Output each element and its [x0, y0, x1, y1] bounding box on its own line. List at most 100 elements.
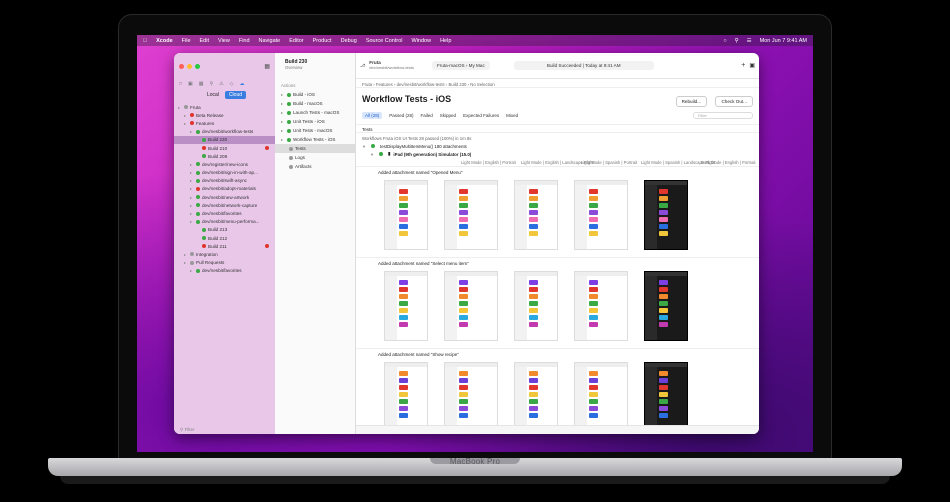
tree-item[interactable]: ▸ dev/nesbit/favorites: [174, 267, 275, 275]
scheme-selector[interactable]: Fruta-macOS › My Mac: [431, 61, 490, 70]
action-item[interactable]: ▸ Build - macOS: [275, 99, 355, 108]
workflow-sub-item[interactable]: Logs: [275, 153, 355, 162]
workflow-sub-item[interactable]: Tests: [275, 144, 355, 153]
zoom-button[interactable]: [195, 63, 200, 69]
breadcrumb-item[interactable]: Features: [376, 82, 393, 87]
action-item[interactable]: ▸ Workflow Tests - iOS: [275, 135, 355, 144]
action-item[interactable]: ▸ Build - iOS: [275, 90, 355, 99]
segment-cloud[interactable]: Cloud: [224, 91, 247, 99]
wifi-icon[interactable]: ○: [723, 38, 726, 44]
clock[interactable]: Mon Jun 7 9:41 AM: [760, 38, 807, 44]
screenshot-thumbnail[interactable]: [644, 362, 688, 432]
menu-item[interactable]: Editor: [289, 38, 303, 44]
tree-item[interactable]: ▸ dev/nesbit/network-capture: [174, 201, 275, 209]
menu-item[interactable]: Edit: [200, 38, 209, 44]
app-menu[interactable]: Xcode: [156, 38, 173, 44]
screenshot-thumbnail[interactable]: [384, 180, 428, 250]
apple-icon[interactable]: : [143, 38, 147, 44]
screenshot-thumbnail[interactable]: [514, 362, 558, 432]
screenshot-thumbnail[interactable]: [444, 180, 498, 250]
tree-item[interactable]: ▸ dev/nesbit/adopt-materials: [174, 185, 275, 193]
tree-item[interactable]: Build 230: [174, 135, 275, 144]
tree-item[interactable]: ▸ dev/nesbit/new-artwork: [174, 193, 275, 201]
screenshot-thumbnail[interactable]: [444, 271, 498, 341]
disclosure-icon[interactable]: ▼: [362, 144, 368, 149]
menu-item[interactable]: Navigate: [259, 38, 281, 44]
menu-item[interactable]: View: [218, 38, 230, 44]
tree-item[interactable]: Build 213: [174, 226, 275, 234]
sidebar-filter[interactable]: ⚲ Filter: [174, 425, 275, 434]
test-icon[interactable]: ◇: [230, 81, 234, 87]
sidebar-toggle-icon[interactable]: ▦: [264, 63, 270, 70]
filter-tab[interactable]: Failed: [421, 113, 433, 118]
add-icon[interactable]: +: [741, 62, 745, 69]
issue-icon[interactable]: ⚠: [219, 81, 223, 87]
breadcrumb-item[interactable]: Fruta: [362, 82, 372, 87]
breadcrumb-item[interactable]: No Selection: [470, 82, 494, 87]
filter-tab[interactable]: Expected Failures: [463, 113, 499, 118]
device-row[interactable]: ▼ ▮ iPad (9th generation) Simulator (15.…: [356, 150, 759, 158]
source-control-icon[interactable]: ▣: [188, 81, 193, 87]
menu-item[interactable]: Source Control: [366, 38, 403, 44]
tree-item[interactable]: ▸ Features: [174, 119, 275, 127]
tree-item[interactable]: ▸ Pull Requests: [174, 259, 275, 267]
filter-tab[interactable]: All (28): [362, 112, 383, 119]
breadcrumb-item[interactable]: Build 230: [449, 82, 467, 87]
tree-item[interactable]: Build 212: [174, 234, 275, 242]
workflow-sub-item[interactable]: Artifacts: [275, 162, 355, 171]
screenshot-thumbnail[interactable]: [574, 362, 628, 432]
screenshot-thumbnail[interactable]: [574, 180, 628, 250]
filter-field[interactable]: Filter: [693, 112, 753, 119]
jump-bar[interactable]: Fruta › Features › dev/nesbit/workflow-t…: [356, 79, 759, 88]
test-row[interactable]: ▼ testDisplayMultiItemMenu() 180 attachm…: [356, 142, 759, 150]
action-item[interactable]: ▸ Launch Tests - macOS: [275, 108, 355, 117]
tree-item[interactable]: Build 210: [174, 144, 275, 152]
screenshot-thumbnail[interactable]: [444, 362, 498, 432]
tree-item[interactable]: ▸ dev/nesbit/favorites: [174, 209, 275, 217]
tree-item[interactable]: ▸ Beta Release: [174, 111, 275, 119]
screenshot-thumbnail[interactable]: [384, 362, 428, 432]
screenshot-thumbnail[interactable]: [644, 271, 688, 341]
tree-item[interactable]: ▸ dev/register/new-icons: [174, 160, 275, 168]
screenshot-thumbnail[interactable]: [384, 271, 428, 341]
menu-item[interactable]: Debug: [341, 38, 357, 44]
tree-item[interactable]: ▸ Integration: [174, 250, 275, 258]
tests-tab[interactable]: Tests: [356, 124, 759, 133]
menu-item[interactable]: Help: [440, 38, 451, 44]
menu-item[interactable]: Find: [239, 38, 250, 44]
tree-item[interactable]: ▸ Fruta: [174, 103, 275, 111]
overview-link[interactable]: Overview: [285, 65, 351, 70]
menu-item[interactable]: Window: [412, 38, 432, 44]
screenshot-thumbnail[interactable]: [574, 271, 628, 341]
action-item[interactable]: ▸ Unit Tests - macOS: [275, 126, 355, 135]
tree-item[interactable]: Build 211: [174, 242, 275, 250]
menu-item[interactable]: File: [182, 38, 191, 44]
screenshot-thumbnail[interactable]: [644, 180, 688, 250]
folder-icon[interactable]: □: [179, 81, 182, 87]
close-button[interactable]: [179, 63, 184, 69]
segment-local[interactable]: Local: [203, 91, 223, 99]
tree-item[interactable]: ▸ dev/nesbit/sign-in-with-ap...: [174, 169, 275, 177]
symbol-icon[interactable]: ▦: [199, 81, 204, 87]
check-out-button[interactable]: Check Out...: [715, 96, 753, 107]
menu-item[interactable]: Product: [313, 38, 332, 44]
action-item[interactable]: ▸ Unit Tests - iOS: [275, 117, 355, 126]
disclosure-icon[interactable]: ▼: [370, 152, 376, 157]
cloud-icon[interactable]: ☁: [240, 81, 245, 87]
find-icon[interactable]: ⚲: [210, 81, 214, 87]
tree-item[interactable]: ▸ dev/nesbit/workflow-tests: [174, 128, 275, 136]
tree-item[interactable]: Build 209: [174, 152, 275, 160]
search-icon[interactable]: ⚲: [735, 38, 739, 44]
rebuild-button[interactable]: Rebuild...: [675, 96, 708, 107]
screenshot-thumbnail[interactable]: [514, 271, 558, 341]
screenshot-thumbnail[interactable]: [514, 180, 558, 250]
breadcrumb-item[interactable]: dev/nesbit/workflow-tests: [397, 82, 445, 87]
tree-item[interactable]: ▸ dev/nesbit/swift-async: [174, 177, 275, 185]
minimize-button[interactable]: [187, 63, 192, 69]
filter-tab[interactable]: Skipped: [440, 113, 456, 118]
control-center-icon[interactable]: ☰: [747, 38, 752, 44]
filter-tab[interactable]: Mixed: [506, 113, 518, 118]
inspector-icon[interactable]: ▣: [749, 62, 755, 69]
filter-tab[interactable]: Passed (28): [389, 113, 413, 118]
tree-item[interactable]: ▸ dev/nesbit/menu-performa...: [174, 218, 275, 226]
